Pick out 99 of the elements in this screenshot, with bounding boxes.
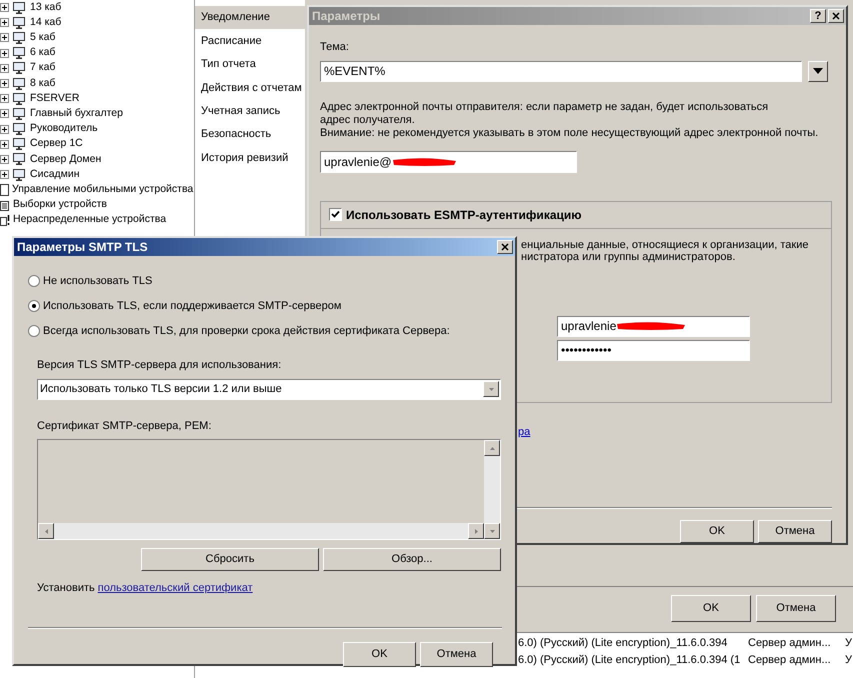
expand-icon[interactable] (0, 94, 9, 104)
checkbox-label: Использовать ESMTP-аутентификацию (346, 206, 582, 224)
monitor-icon (13, 32, 25, 44)
close-icon (501, 243, 509, 251)
subject-field[interactable]: %EVENT% (320, 60, 802, 82)
nav-item[interactable]: Учетная запись (195, 100, 305, 123)
dialog-button[interactable]: Отмена (420, 642, 493, 666)
dialog-button[interactable]: Отмена (758, 520, 832, 543)
version-select[interactable]: Использовать только TLS версии 1.2 или выше (37, 378, 501, 400)
monitor-icon (13, 108, 25, 120)
monitor-icon (13, 92, 25, 105)
help-button[interactable]: ? (810, 9, 826, 23)
field-label: Версия TLS SMTP-сервера для использования: (37, 358, 282, 373)
radio-label: Использовать TLS, если поддерживается SMTP-сервером (43, 298, 342, 314)
tree-item[interactable]: 6 каб (30, 45, 56, 62)
monitor-icon (13, 153, 25, 166)
expand-icon[interactable] (0, 18, 9, 28)
nav-item[interactable]: Расписание (195, 29, 305, 53)
monitor-icon (13, 168, 25, 181)
close-button[interactable] (497, 240, 513, 254)
dialog-button[interactable]: Сбросить (141, 548, 319, 571)
scroll-button[interactable] (484, 440, 500, 456)
nav-item[interactable]: Уведомление (195, 6, 305, 30)
table-cell-text: 6.0) (Русский) (Lite encryption)_11.6.0.394 (518, 636, 728, 652)
expand-icon[interactable] (0, 3, 9, 12)
nav-item[interactable]: Действия с отчетам (195, 76, 305, 100)
checkbox[interactable] (329, 208, 342, 221)
expand-icon[interactable] (0, 48, 9, 58)
nav-item[interactable]: Безопасность (195, 122, 305, 146)
login-field[interactable]: upravlenie (557, 316, 750, 336)
field-label: Тема: (320, 40, 350, 55)
nav-item[interactable]: История ревизий (195, 146, 305, 170)
window-title: Параметры (312, 8, 382, 25)
tree-item[interactable]: Нераспределенные устройства (13, 212, 166, 228)
radio-label: Всегда использовать TLS, для проверки срока действия сертификата Сервера: (43, 324, 450, 339)
radio-button[interactable] (28, 275, 40, 287)
tree-item[interactable]: Сервер Домен (30, 152, 102, 168)
scroll-button[interactable] (483, 381, 499, 397)
certificate-link[interactable]: пользовательский сертификат (98, 580, 253, 596)
scroll-button[interactable] (468, 523, 484, 539)
monitor-icon (13, 123, 25, 136)
warning-text: Внимание: не рекомендуется указывать в этом поле несуществующий адрес электронной почты. (320, 126, 820, 140)
expand-icon[interactable] (0, 33, 9, 42)
description-text: нистратора или группы администраторов. (521, 250, 736, 262)
description-text: енциальные данные, относящиеся к организации, такие (521, 238, 810, 250)
tree-item[interactable]: Сервер 1С (30, 136, 83, 152)
sender-field[interactable]: upravlenie@ (320, 150, 577, 172)
tree-item[interactable]: 13 каб (30, 0, 62, 16)
tree-item[interactable]: Сисадмин (30, 166, 80, 183)
password-field[interactable]: •••••••••••• (557, 340, 750, 360)
expand-icon[interactable] (0, 170, 9, 180)
dialog-button[interactable]: OK (343, 642, 416, 666)
monitor-icon (13, 16, 25, 29)
expand-icon[interactable] (0, 140, 9, 149)
table-cell-text: 6.0) (Русский) (Lite encryption)_11.6.0.394 (1 (518, 653, 742, 668)
table-cell-text: У (845, 653, 852, 668)
monitor-icon (13, 2, 25, 14)
monitor-icon (13, 78, 25, 90)
hint-text: Адрес электронной почты отправителя: если параметр не задан, будет использоваться адрес получателя. (320, 100, 770, 126)
table-cell-text: Сервер админ... (748, 653, 832, 668)
close-icon (832, 12, 840, 20)
dialog-button[interactable]: OK (680, 520, 754, 543)
nav-item[interactable]: Тип отчета (195, 52, 305, 76)
redaction-mark (616, 321, 686, 331)
table-cell-text: Сервер админ... (748, 636, 832, 652)
tree-item[interactable]: Главный бухгалтер (30, 106, 123, 122)
dialog-button[interactable]: Обзор... (323, 548, 501, 571)
monitor-icon (13, 47, 25, 60)
tree-item[interactable]: 14 каб (30, 14, 62, 31)
radio-label: Не использовать TLS (43, 274, 152, 289)
tree-item[interactable]: FSERVER (30, 90, 80, 107)
expand-icon[interactable] (0, 109, 9, 118)
monitor-icon (13, 62, 25, 74)
tree-item[interactable]: Управление мобильными устройства (12, 182, 194, 198)
tree-item[interactable]: 8 каб (30, 76, 56, 92)
tree-item[interactable]: 5 каб (30, 30, 56, 46)
table-cell-text: У (845, 636, 852, 652)
radio-button[interactable] (28, 300, 40, 312)
expand-icon[interactable] (0, 124, 9, 134)
dropdown-button[interactable] (808, 60, 828, 82)
link[interactable]: ра (518, 424, 835, 440)
scroll-button[interactable] (484, 523, 500, 539)
window-title: Параметры SMTP TLS (17, 239, 149, 256)
radio-button[interactable] (28, 325, 40, 337)
redaction-mark (392, 156, 457, 166)
tree-item[interactable]: Руководитель (30, 121, 98, 137)
field-label: Сертификат SMTP-сервера, PEM: (37, 418, 212, 434)
expand-icon[interactable] (0, 64, 9, 73)
close-button[interactable] (828, 9, 844, 23)
caret-icon (813, 68, 823, 74)
tree-item[interactable]: 7 каб (30, 60, 56, 76)
dialog-button[interactable]: Отмена (756, 595, 836, 622)
install-text: Установить (37, 581, 95, 596)
expand-icon[interactable] (0, 154, 9, 164)
tree-item[interactable]: Выборки устройств (13, 197, 107, 213)
scroll-button[interactable] (38, 523, 54, 539)
monitor-icon (13, 138, 25, 150)
expand-icon[interactable] (0, 79, 9, 88)
dialog-button[interactable]: OK (671, 595, 751, 622)
